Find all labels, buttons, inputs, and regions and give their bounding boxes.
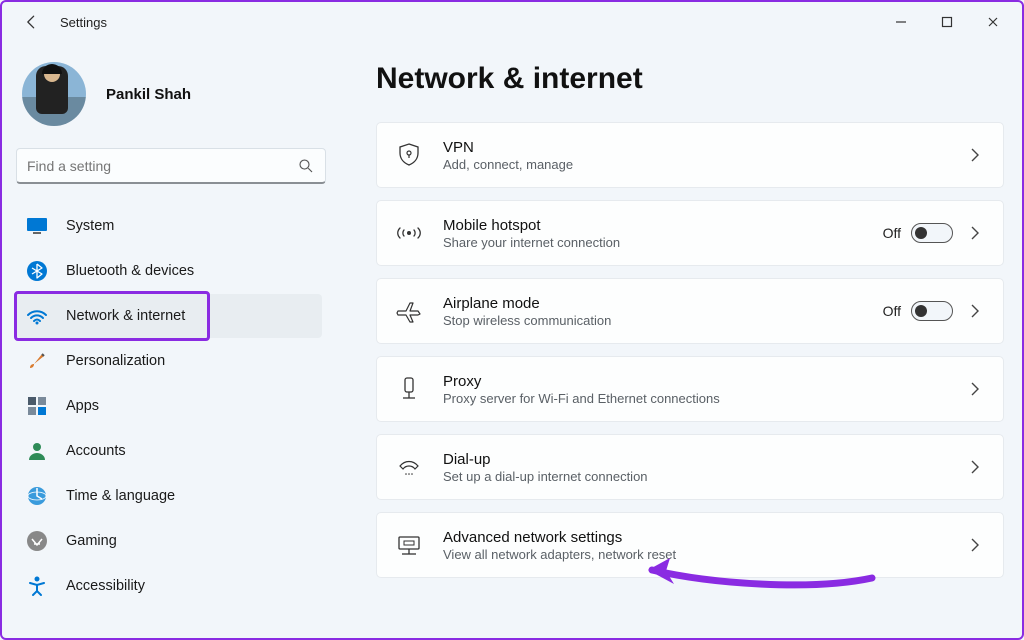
dialup-icon (395, 453, 423, 481)
sidebar-item-accounts[interactable]: Accounts (16, 429, 322, 473)
sidebar-item-time[interactable]: Time & language (16, 474, 322, 518)
close-button[interactable] (970, 6, 1016, 38)
sidebar-item-label: Accounts (66, 443, 126, 459)
sidebar-item-bluetooth[interactable]: Bluetooth & devices (16, 249, 322, 293)
hotspot-toggle[interactable] (911, 223, 953, 243)
apps-icon (26, 395, 48, 417)
gaming-icon (26, 530, 48, 552)
card-subtitle: Proxy server for Wi-Fi and Ethernet conn… (443, 391, 967, 406)
card-title: Mobile hotspot (443, 217, 883, 234)
search-icon (297, 157, 315, 175)
sidebar-item-apps[interactable]: Apps (16, 384, 322, 428)
card-title: Advanced network settings (443, 529, 967, 546)
chevron-right-icon (967, 303, 983, 319)
proxy-icon (395, 375, 423, 403)
title-bar: Settings (2, 2, 1022, 42)
minimize-button[interactable] (878, 6, 924, 38)
back-button[interactable] (22, 12, 42, 32)
content-pane: Network & internet VPN Add, connect, man… (332, 42, 1022, 638)
chevron-right-icon (967, 147, 983, 163)
toggle-label: Off (883, 225, 901, 241)
sidebar-item-system[interactable]: System (16, 204, 322, 248)
airplane-toggle[interactable] (911, 301, 953, 321)
sidebar-item-label: Gaming (66, 533, 117, 549)
clock-globe-icon (26, 485, 48, 507)
sidebar-item-label: Accessibility (66, 578, 145, 594)
settings-cards: VPN Add, connect, manage Mobile hotspot … (376, 122, 1004, 578)
sidebar-item-label: Bluetooth & devices (66, 263, 194, 279)
hotspot-icon (395, 219, 423, 247)
system-icon (26, 215, 48, 237)
nav-list: System Bluetooth & devices Network & int… (16, 204, 322, 608)
search-input[interactable] (27, 158, 297, 174)
airplane-icon (395, 297, 423, 325)
search-box[interactable] (16, 148, 326, 184)
card-subtitle: Share your internet connection (443, 235, 883, 250)
sidebar-item-label: Personalization (66, 353, 165, 369)
card-vpn[interactable]: VPN Add, connect, manage (376, 122, 1004, 188)
chevron-right-icon (967, 537, 983, 553)
wifi-icon (26, 305, 48, 327)
person-icon (26, 440, 48, 462)
chevron-right-icon (967, 381, 983, 397)
card-subtitle: Add, connect, manage (443, 157, 967, 172)
chevron-right-icon (967, 459, 983, 475)
sidebar-item-gaming[interactable]: Gaming (16, 519, 322, 563)
maximize-button[interactable] (924, 6, 970, 38)
sidebar: Pankil Shah System Bluetooth & devices N… (2, 42, 332, 638)
sidebar-item-personalization[interactable]: Personalization (16, 339, 322, 383)
sidebar-item-network[interactable]: Network & internet (16, 294, 322, 338)
chevron-right-icon (967, 225, 983, 241)
card-airplane-mode[interactable]: Airplane mode Stop wireless communicatio… (376, 278, 1004, 344)
toggle-label: Off (883, 303, 901, 319)
accessibility-icon (26, 575, 48, 597)
card-mobile-hotspot[interactable]: Mobile hotspot Share your internet conne… (376, 200, 1004, 266)
sidebar-item-label: Apps (66, 398, 99, 414)
sidebar-item-label: Time & language (66, 488, 175, 504)
card-subtitle: View all network adapters, network reset (443, 547, 967, 562)
bluetooth-icon (26, 260, 48, 282)
card-title: Proxy (443, 373, 967, 390)
card-subtitle: Set up a dial-up internet connection (443, 469, 967, 484)
page-title: Network & internet (376, 62, 1004, 96)
card-advanced-network[interactable]: Advanced network settings View all netwo… (376, 512, 1004, 578)
sidebar-item-label: Network & internet (66, 308, 185, 324)
card-dialup[interactable]: Dial-up Set up a dial-up internet connec… (376, 434, 1004, 500)
sidebar-item-label: System (66, 218, 114, 234)
brush-icon (26, 350, 48, 372)
user-profile[interactable]: Pankil Shah (16, 62, 322, 126)
card-title: Dial-up (443, 451, 967, 468)
sidebar-item-accessibility[interactable]: Accessibility (16, 564, 322, 608)
window-title: Settings (60, 15, 107, 30)
network-adapter-icon (395, 531, 423, 559)
user-name: Pankil Shah (106, 86, 191, 103)
card-title: Airplane mode (443, 295, 883, 312)
card-proxy[interactable]: Proxy Proxy server for Wi-Fi and Etherne… (376, 356, 1004, 422)
card-subtitle: Stop wireless communication (443, 313, 883, 328)
avatar (22, 62, 86, 126)
card-title: VPN (443, 139, 967, 156)
shield-icon (395, 141, 423, 169)
